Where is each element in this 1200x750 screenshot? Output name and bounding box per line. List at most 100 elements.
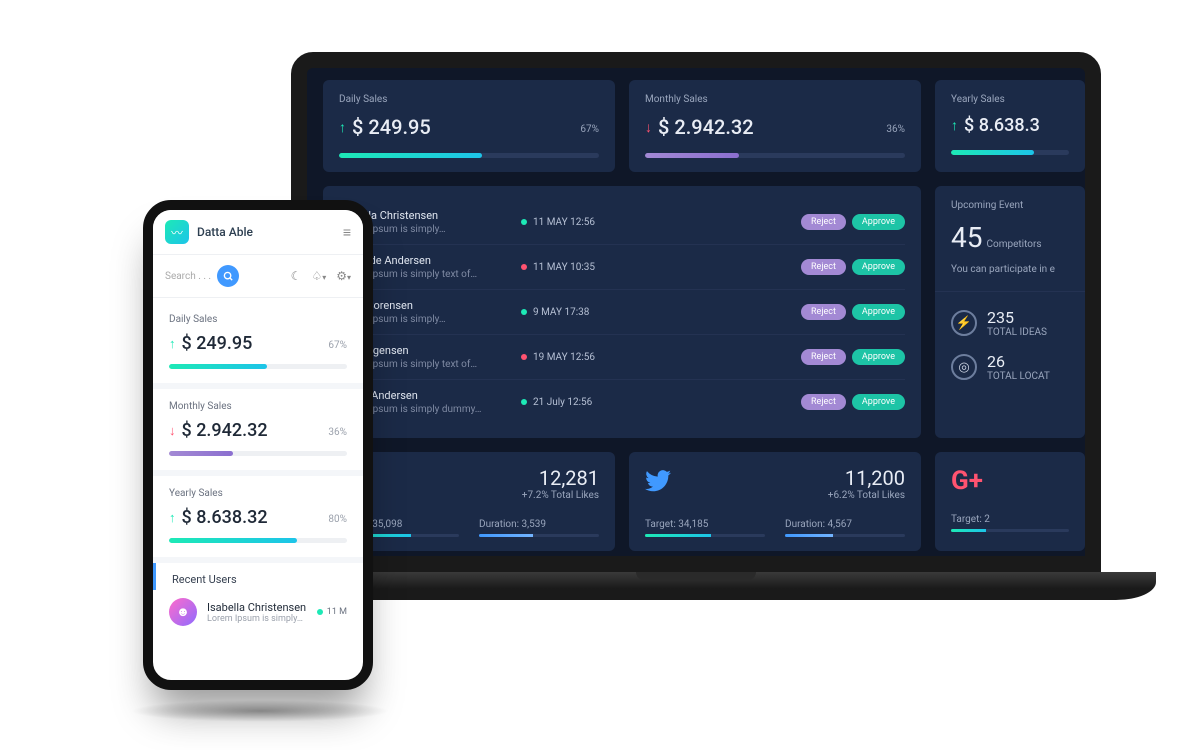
card-daily-sales-desktop[interactable]: Daily Sales ↑ $ 249.95 67% <box>323 80 615 172</box>
reject-button[interactable]: Reject <box>801 394 846 410</box>
user-date: 21 July 12:56 <box>533 397 592 408</box>
card-title: Upcoming Event <box>951 200 1069 211</box>
phone-toolbar: Search . . . ☾ ♤▾ ⚙▾ <box>153 255 363 298</box>
meta-value: 3,539 <box>522 519 546 530</box>
card-title: Yearly Sales <box>169 488 347 499</box>
meta-value: 35,098 <box>372 519 402 530</box>
card-value: $ 249.95 <box>182 333 253 354</box>
social-value: 11,200 <box>828 466 905 490</box>
laptop-mockup: Daily Sales ↑ $ 249.95 67% Monthly Sales … <box>236 52 1156 672</box>
meta-label: Target: <box>645 519 676 530</box>
upcoming-event-card[interactable]: Upcoming Event 45 Competitors You can pa… <box>951 200 1069 275</box>
stat-locations[interactable]: ◎ 26 TOTAL LOCAT <box>951 352 1069 382</box>
meta-value: 4,567 <box>828 519 852 530</box>
card-percent: 67% <box>328 340 347 351</box>
arrow-down-icon: ↓ <box>169 423 176 439</box>
arrow-up-icon: ↑ <box>339 119 346 136</box>
list-item[interactable]: ☻ Isabella Christensen Lorem Ipsum is si… <box>153 590 363 634</box>
reject-button[interactable]: Reject <box>801 349 846 365</box>
card-value: $ 8.638.3 <box>964 115 1040 136</box>
table-row[interactable]: Ida JorgensenLorem Ipsum is simply text … <box>339 335 905 380</box>
card-percent: 80% <box>328 514 347 525</box>
app-brand: Datta Able <box>197 225 335 239</box>
stat-value: 235 <box>987 308 1047 327</box>
twitter-icon <box>645 469 671 499</box>
status-dot-icon <box>521 309 527 315</box>
map-pin-icon: ◎ <box>951 354 977 380</box>
status-dot-icon <box>317 609 323 615</box>
user-date: 11 M <box>327 607 347 617</box>
table-row[interactable]: Albert AndersenLorem Ipsum is simply dum… <box>339 380 905 424</box>
card-title: Yearly Sales <box>951 94 1069 105</box>
card-value: $ 249.95 <box>352 115 431 139</box>
phone-header: 〰 Datta Able ≡ <box>153 210 363 255</box>
search-input[interactable]: Search . . . <box>165 265 281 287</box>
arrow-up-icon: ↑ <box>169 336 176 352</box>
social-card-twitter[interactable]: 11,200 +6.2% Total Likes Target: 34,185 … <box>629 452 921 551</box>
user-date: 11 MAY 10:35 <box>533 262 595 273</box>
approve-button[interactable]: Approve <box>852 394 905 410</box>
table-row[interactable]: Mathilde AndersenLorem Ipsum is simply t… <box>339 245 905 290</box>
app-logo-icon[interactable]: 〰 <box>165 220 189 244</box>
recent-users-heading: Recent Users <box>153 563 363 590</box>
social-card-googleplus[interactable]: G+ Target: 2 <box>935 452 1085 551</box>
card-monthly-sales-mobile[interactable]: Monthly Sales ↓$ 2.942.32 36% <box>153 389 363 470</box>
social-delta: +6.2% Total Likes <box>828 490 905 501</box>
recent-users-panel: Isabella ChristensenLorem Ipsum is simpl… <box>323 186 921 438</box>
user-date: 9 MAY 17:38 <box>533 307 589 318</box>
card-daily-sales-mobile[interactable]: Daily Sales ↑ $ 249.95 67% <box>153 302 363 383</box>
bell-icon[interactable]: ♤▾ <box>311 269 326 283</box>
progress-bar <box>169 364 347 369</box>
reject-button[interactable]: Reject <box>801 259 846 275</box>
reject-button[interactable]: Reject <box>801 214 846 230</box>
meta-value: 34,185 <box>678 519 708 530</box>
upcoming-count-label: Competitors <box>986 239 1041 250</box>
arrow-up-icon: ↑ <box>951 117 958 134</box>
meta-label: Duration: <box>479 519 519 530</box>
reject-button[interactable]: Reject <box>801 304 846 320</box>
upcoming-count: 45 <box>951 221 982 254</box>
progress-bar <box>169 451 347 456</box>
card-value: $ 2.942.32 <box>658 115 754 139</box>
card-title: Daily Sales <box>339 94 599 105</box>
avatar: ☻ <box>169 598 197 626</box>
status-dot-icon <box>521 219 527 225</box>
menu-icon[interactable]: ≡ <box>343 224 351 241</box>
card-value: $ 2.942.32 <box>182 420 268 441</box>
card-monthly-sales-desktop[interactable]: Monthly Sales ↓ $ 2.942.32 36% <box>629 80 921 172</box>
google-plus-icon: G+ <box>951 466 983 496</box>
user-name: Isabella Christensen <box>207 601 306 614</box>
card-yearly-sales-mobile[interactable]: Yearly Sales ↑$ 8.638.32 80% <box>153 476 363 557</box>
stat-label: TOTAL LOCAT <box>987 371 1050 382</box>
approve-button[interactable]: Approve <box>852 349 905 365</box>
status-dot-icon <box>521 399 527 405</box>
search-button[interactable] <box>217 265 239 287</box>
moon-icon[interactable]: ☾ <box>291 269 302 283</box>
phone-shadow <box>130 700 390 722</box>
card-percent: 36% <box>886 124 905 135</box>
status-dot-icon <box>521 264 527 270</box>
approve-button[interactable]: Approve <box>852 304 905 320</box>
approve-button[interactable]: Approve <box>852 259 905 275</box>
user-subtitle: Lorem Ipsum is simply… <box>207 614 306 624</box>
card-value: $ 8.638.32 <box>182 507 268 528</box>
stat-value: 26 <box>987 352 1050 371</box>
search-placeholder: Search . . . <box>165 271 211 282</box>
progress-bar <box>645 153 905 158</box>
progress-bar <box>169 538 347 543</box>
meta-value: 2 <box>984 514 990 525</box>
table-row[interactable]: Isabella ChristensenLorem Ipsum is simpl… <box>339 200 905 245</box>
stat-ideas[interactable]: ⚡ 235 TOTAL IDEAS <box>951 308 1069 338</box>
laptop-base <box>236 572 1156 600</box>
user-date: 11 MAY 12:56 <box>533 217 595 228</box>
arrow-down-icon: ↓ <box>645 119 652 136</box>
card-title: Daily Sales <box>169 314 347 325</box>
meta-label: Target: <box>951 514 982 525</box>
card-title: Monthly Sales <box>169 401 347 412</box>
card-percent: 67% <box>580 124 599 135</box>
gear-icon[interactable]: ⚙▾ <box>336 269 351 283</box>
table-row[interactable]: Karla SorensenLorem Ipsum is simply…9 MA… <box>339 290 905 335</box>
card-yearly-sales-desktop[interactable]: Yearly Sales ↑ $ 8.638.3 <box>935 80 1085 172</box>
approve-button[interactable]: Approve <box>852 214 905 230</box>
card-title: Monthly Sales <box>645 94 905 105</box>
